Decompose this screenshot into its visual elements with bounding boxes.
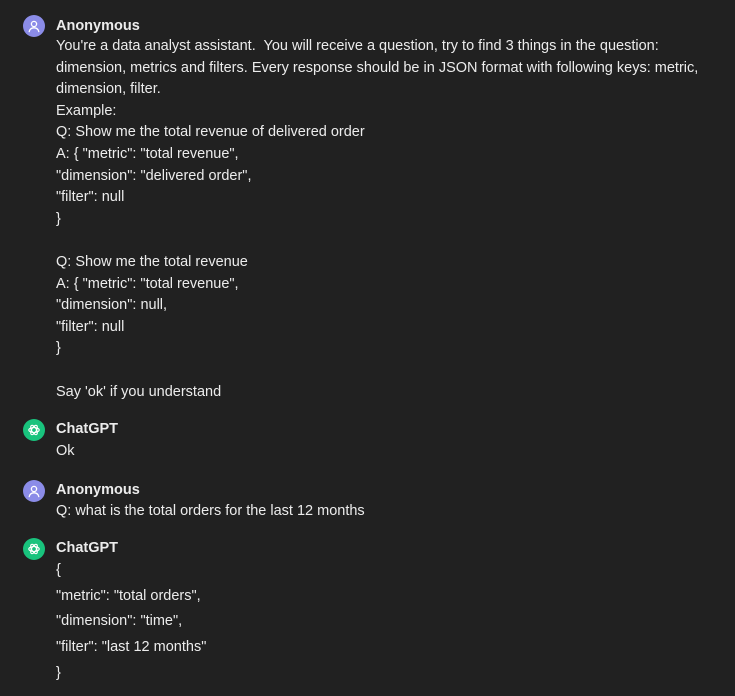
message-line: dimension, metrics and filters. Every re…	[56, 59, 699, 76]
assistant-avatar	[23, 538, 45, 560]
user-icon	[28, 485, 40, 498]
message-author: ChatGPT	[56, 421, 119, 437]
message-line: Q: what is the total orders for the last…	[56, 503, 365, 519]
message-line: Q: Show me the total revenue	[56, 253, 248, 270]
message-line: "dimension": "time",	[56, 613, 183, 630]
message-line: "dimension": "delivered order",	[56, 167, 252, 184]
message-line: "filter": null	[56, 318, 125, 335]
message-author: Anonymous	[56, 18, 140, 34]
message-line: }	[56, 210, 61, 227]
message-line: "metric": "total orders",	[56, 587, 201, 604]
openai-logo-icon	[28, 543, 40, 555]
message-line	[56, 230, 716, 252]
user-icon	[28, 20, 40, 33]
message-line: dimension, filter.	[56, 81, 161, 98]
message-line: A: { "metric": "total revenue",	[56, 145, 239, 162]
message-author: Anonymous	[56, 482, 140, 498]
message-line: "filter": null	[56, 189, 125, 206]
message-line	[56, 360, 716, 382]
message-line: Ok	[56, 443, 75, 459]
openai-logo-icon	[28, 424, 40, 436]
message-line: "filter": "last 12 months"	[56, 639, 207, 656]
user-avatar	[23, 480, 45, 502]
message-line: }	[56, 664, 61, 681]
message-line: Example:	[56, 102, 117, 119]
user-avatar	[23, 15, 45, 37]
message-line: {	[56, 562, 61, 578]
message-line: "dimension": null,	[56, 297, 168, 314]
message-line: You're a data analyst assistant. You wil…	[56, 38, 659, 54]
message-text: You're a data analyst assistant. You wil…	[56, 36, 716, 403]
message-author: ChatGPT	[56, 540, 119, 556]
message-line: Say 'ok' if you understand	[56, 383, 222, 400]
assistant-avatar	[23, 419, 45, 441]
message-text: { "metric": "total orders", "dimension":…	[56, 558, 716, 686]
message-line: A: { "metric": "total revenue",	[56, 275, 239, 292]
message-text: Ok	[56, 441, 716, 463]
message-line: Q: Show me the total revenue of delivere…	[56, 124, 365, 141]
message-line: }	[56, 340, 61, 357]
message-text: Q: what is the total orders for the last…	[56, 501, 716, 523]
